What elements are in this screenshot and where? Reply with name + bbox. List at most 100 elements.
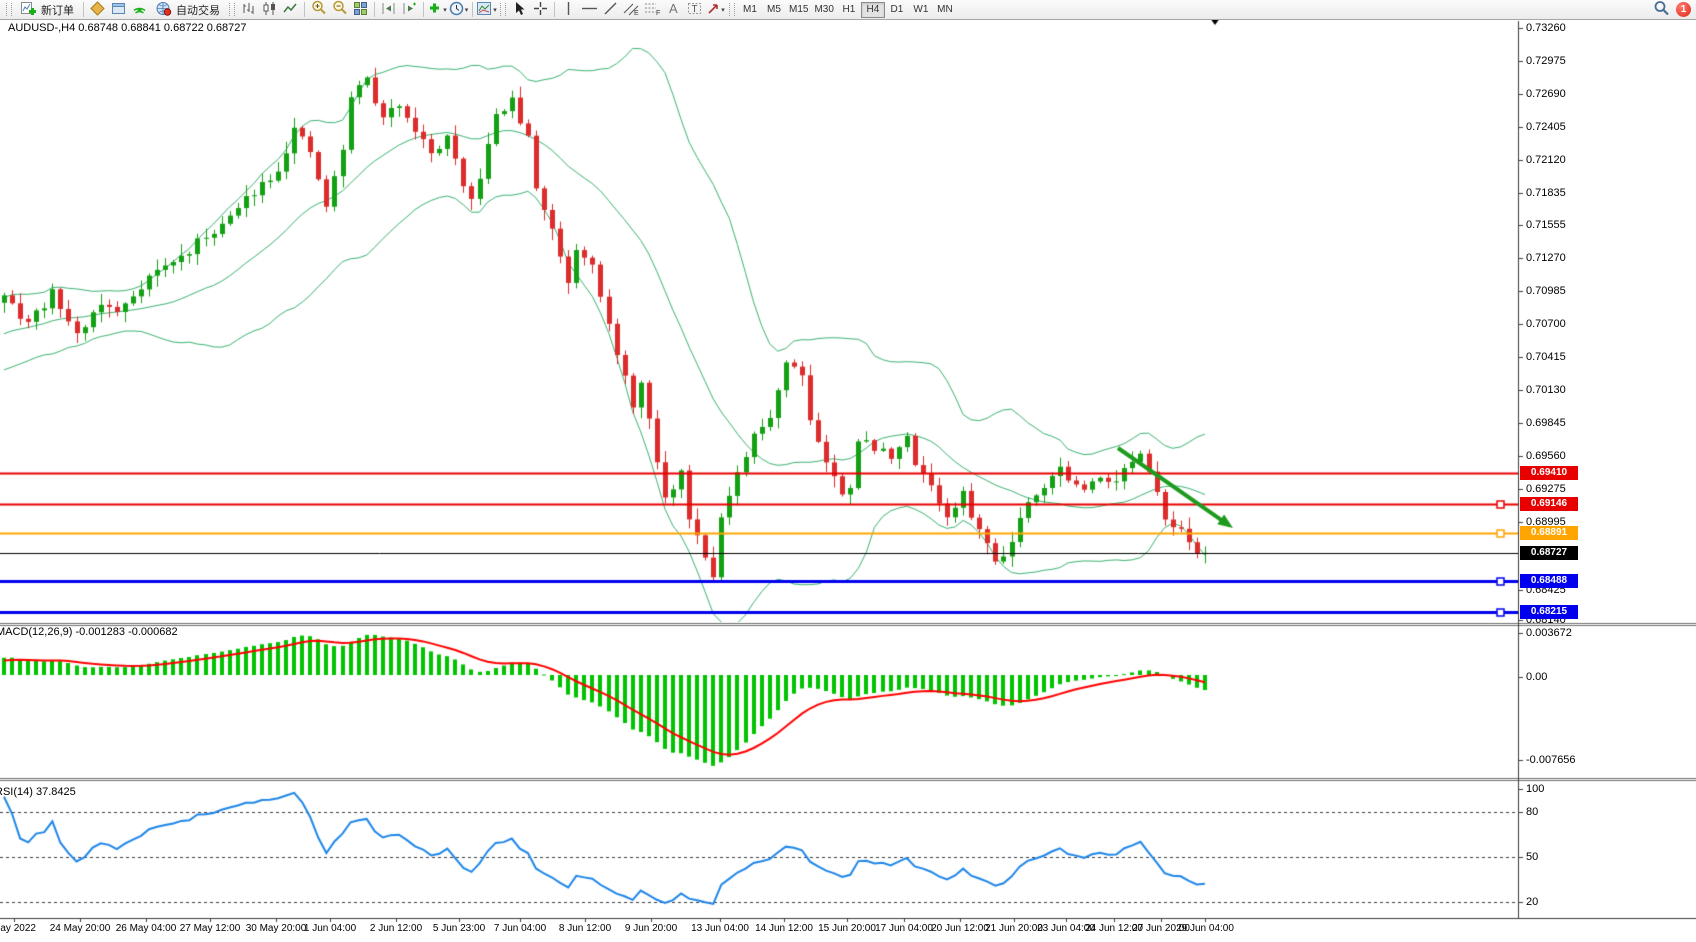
bar-chart-icon	[241, 1, 256, 19]
line-chart-button[interactable]	[280, 1, 301, 18]
price-axis-label: 0.72120	[1526, 154, 1566, 166]
timeframe-button-m15[interactable]: M15	[786, 2, 811, 18]
macd-label: MACD(12,26,9) -0.001283 -0.000682	[0, 626, 178, 638]
rsi-axis-label: 100	[1526, 783, 1544, 795]
vertical-line-icon	[563, 1, 574, 19]
macd-axis-label: 0.00	[1526, 671, 1547, 683]
crosshair-button[interactable]	[530, 1, 551, 18]
notification-badge[interactable]: 1	[1676, 2, 1691, 17]
profile-button[interactable]	[87, 1, 108, 18]
trendline-button[interactable]	[600, 1, 621, 18]
data-window-button[interactable]	[108, 1, 129, 18]
candlestick-chart-button[interactable]	[259, 1, 280, 18]
timeframe-button-m5[interactable]: M5	[762, 2, 786, 18]
period-clock-button[interactable]: ▾	[448, 1, 469, 18]
timeframe-button-m1[interactable]: M1	[738, 2, 762, 18]
rsi-axis-label: 80	[1526, 806, 1538, 818]
date-axis-label: May 2022	[0, 923, 36, 934]
price-axis-label: 0.72690	[1526, 88, 1566, 100]
horizontal-line-icon	[581, 1, 598, 19]
auto-scroll-icon	[402, 1, 417, 19]
price-tag-0.69146: 0.69146	[1520, 497, 1578, 511]
price-axis-label: 0.70985	[1526, 285, 1566, 297]
macd-axis-label: -0.007656	[1526, 754, 1576, 766]
zoom-in-icon	[311, 0, 327, 19]
arrows-button[interactable]: ▾	[705, 1, 726, 18]
data-window-icon	[111, 1, 126, 19]
signal-button[interactable]	[129, 1, 150, 18]
price-axis-label: 0.70130	[1526, 384, 1566, 396]
fibonacci-button[interactable]: F	[642, 1, 663, 18]
toolbar-separator	[304, 2, 305, 17]
date-axis-label: 20 Jun 12:00	[931, 923, 989, 934]
rsi-axis-label: 50	[1526, 851, 1538, 863]
svg-text:F: F	[656, 10, 660, 16]
timeframe-button-h4[interactable]: H4	[861, 2, 885, 18]
toolbar-drag-handle	[729, 3, 735, 16]
timeframe-button-w1[interactable]: W1	[909, 2, 933, 18]
signal-icon	[132, 1, 147, 19]
fibonacci-icon: F	[644, 1, 661, 19]
toolbar-right-group: 1	[1651, 1, 1693, 18]
timeframe-button-m30[interactable]: M30	[811, 2, 836, 18]
toolbar-separator	[83, 2, 84, 17]
chevron-down-icon: ▾	[721, 6, 725, 14]
equidistant-channel-button[interactable]: E	[621, 1, 642, 18]
profile-icon	[90, 1, 105, 19]
price-axis-label: 0.70415	[1526, 351, 1566, 363]
toolbar: 新订单自动交易▾▾▾EFAT▾M1M5M15M30H1H4D1W1MN1	[0, 0, 1696, 20]
rsi-axis-label: 20	[1526, 896, 1538, 908]
date-axis-label: 7 Jun 04:00	[494, 923, 546, 934]
cursor-button[interactable]	[509, 1, 530, 18]
date-axis-label: 8 Jun 12:00	[559, 923, 611, 934]
text-icon: A	[667, 1, 680, 19]
price-axis-label: 0.69275	[1526, 483, 1566, 495]
chart-canvas[interactable]	[0, 0, 1696, 942]
timeframe-button-d1[interactable]: D1	[885, 2, 909, 18]
equidistant-channel-icon: E	[623, 1, 640, 19]
date-axis-label: 1 Jun 04:00	[304, 923, 356, 934]
text-label-button[interactable]: T	[684, 1, 705, 18]
add-indicator-button[interactable]: ▾	[427, 1, 448, 18]
toolbar-separator	[374, 2, 375, 17]
auto-trading-button[interactable]: 自动交易	[150, 1, 226, 18]
svg-text:T: T	[692, 4, 698, 15]
zoom-out-button[interactable]	[329, 1, 350, 18]
cursor-icon	[513, 1, 526, 19]
text-button[interactable]: A	[663, 1, 684, 18]
crosshair-icon	[533, 1, 548, 19]
zoom-in-button[interactable]	[308, 1, 329, 18]
price-tag-0.68891: 0.68891	[1520, 526, 1578, 540]
template-chart-button[interactable]: ▾	[476, 1, 497, 18]
svg-text:E: E	[634, 10, 639, 16]
price-axis-label: 0.72975	[1526, 55, 1566, 67]
date-axis-label: 30 May 20:00	[246, 923, 307, 934]
toolbar-separator	[554, 2, 555, 17]
bar-chart-button[interactable]	[238, 1, 259, 18]
vertical-line-button[interactable]	[558, 1, 579, 18]
arrows-icon	[706, 1, 720, 19]
tile-windows-button[interactable]	[350, 1, 371, 18]
text-label-icon: T	[687, 1, 702, 19]
date-axis-label: 27 May 12:00	[180, 923, 241, 934]
toolbar-separator	[472, 2, 473, 17]
new-order-button[interactable]: 新订单	[15, 1, 80, 18]
date-axis-label: 5 Jun 23:00	[433, 923, 485, 934]
line-chart-icon	[283, 1, 298, 19]
timeframe-button-h1[interactable]: H1	[837, 2, 861, 18]
template-chart-icon	[476, 1, 492, 19]
toolbar-drag-handle	[500, 3, 506, 16]
date-axis-label: 29 Jun 04:00	[1176, 923, 1234, 934]
auto-trading-globe-icon	[156, 1, 172, 19]
price-tag-0.68215: 0.68215	[1520, 605, 1578, 619]
toolbar-separator	[423, 2, 424, 17]
search-button[interactable]	[1651, 1, 1672, 18]
auto-scroll-button[interactable]	[399, 1, 420, 18]
timeframe-button-mn[interactable]: MN	[933, 2, 957, 18]
auto-trading-label: 自动交易	[176, 2, 220, 18]
date-axis-label: 15 Jun 20:00	[818, 923, 876, 934]
date-axis-label: 9 Jun 20:00	[625, 923, 677, 934]
horizontal-line-button[interactable]	[579, 1, 600, 18]
macd-axis-label: 0.003672	[1526, 627, 1572, 639]
chart-shift-button[interactable]	[378, 1, 399, 18]
